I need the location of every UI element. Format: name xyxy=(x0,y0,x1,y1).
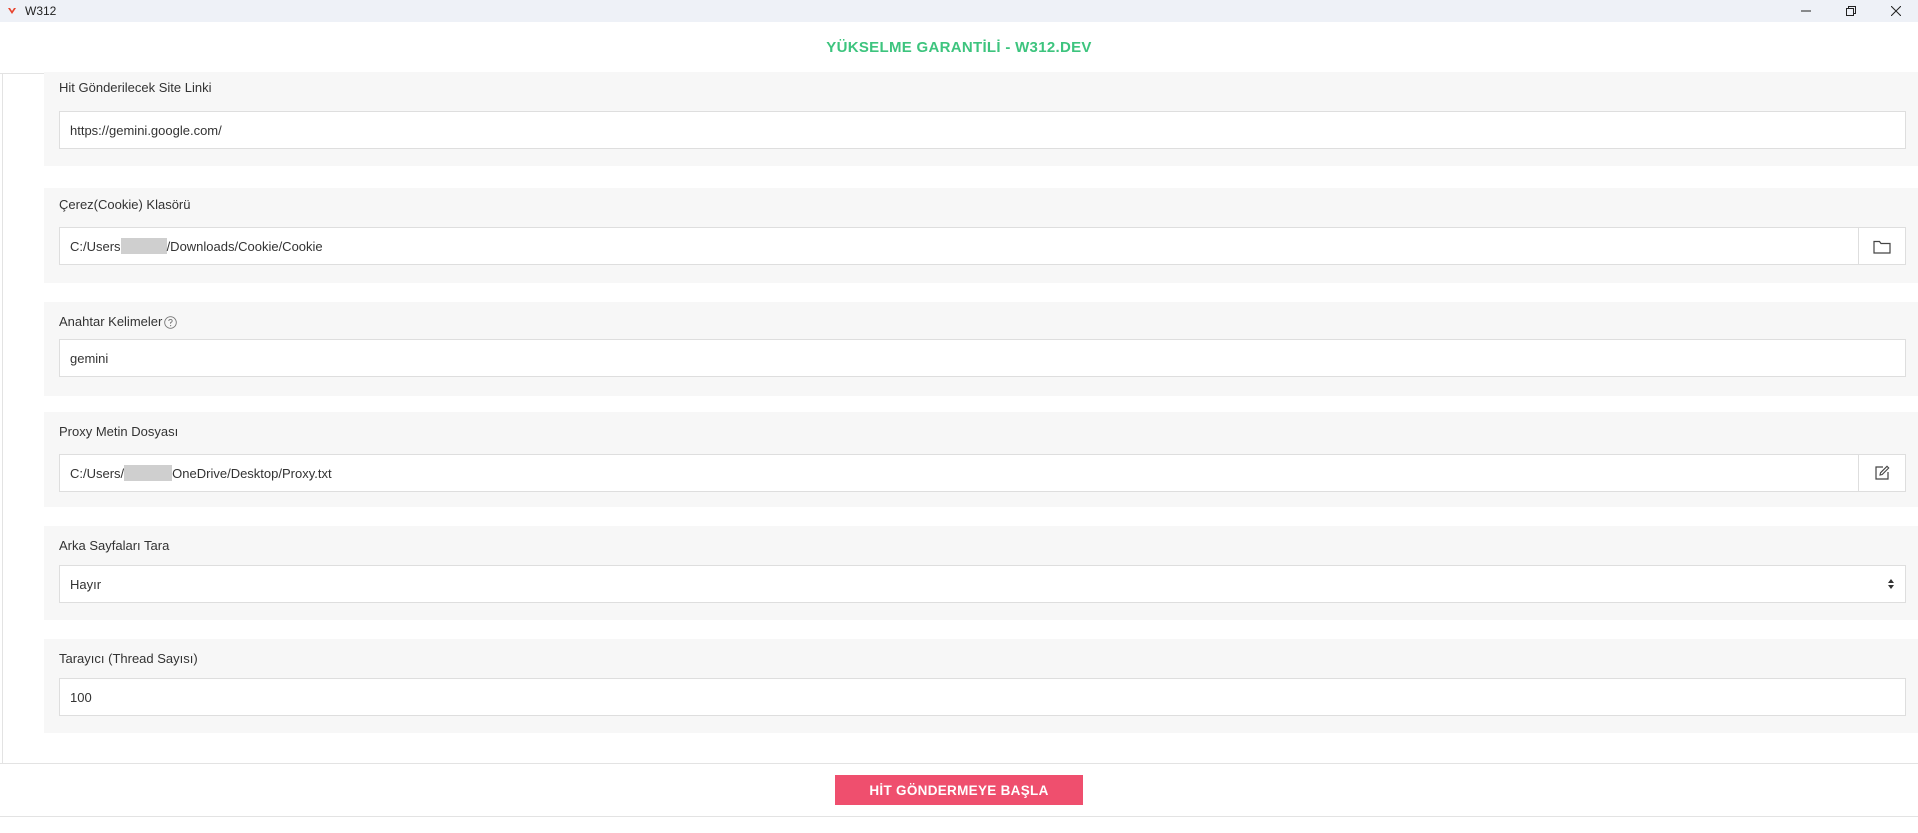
keywords-input[interactable]: gemini xyxy=(59,339,1906,377)
browse-folder-button[interactable] xyxy=(1858,227,1906,265)
header-title: YÜKSELME GARANTİLİ - W312.DEV xyxy=(826,39,1092,56)
minimize-button[interactable] xyxy=(1783,0,1828,22)
threads-input[interactable]: 100 xyxy=(59,678,1906,716)
site-link-input[interactable]: https://gemini.google.com/ xyxy=(59,111,1906,149)
footer-bar: HİT GÖNDERMEYE BAŞLA xyxy=(0,763,1918,817)
proxy-file-label: Proxy Metin Dosyası xyxy=(59,424,179,439)
minimize-icon xyxy=(1800,10,1811,12)
keywords-label-text: Anahtar Kelimeler xyxy=(59,314,163,329)
edit-proxy-button[interactable] xyxy=(1858,454,1906,492)
threads-value: 100 xyxy=(70,689,92,705)
cookie-folder-value-prefix: C:/Users xyxy=(70,238,121,254)
cookie-folder-value-suffix: /Downloads/Cookie/Cookie xyxy=(166,238,323,254)
cookie-folder-label: Çerez(Cookie) Klasörü xyxy=(59,197,191,212)
keywords-value: gemini xyxy=(70,350,109,366)
proxy-file-input[interactable]: C:/Users/OneDrive/Desktop/Proxy.txt xyxy=(59,454,1859,492)
help-icon[interactable] xyxy=(164,316,178,329)
proxy-file-value-suffix: OneDrive/Desktop/Proxy.txt xyxy=(172,465,332,481)
app-header: YÜKSELME GARANTİLİ - W312.DEV xyxy=(0,22,1918,74)
scan-back-pages-select[interactable]: Hayır xyxy=(59,565,1906,603)
scan-back-pages-label: Arka Sayfaları Tara xyxy=(59,538,170,553)
close-button[interactable] xyxy=(1873,0,1918,22)
close-icon xyxy=(1890,6,1901,16)
cookie-folder-input[interactable]: C:/Users/Downloads/Cookie/Cookie xyxy=(59,227,1859,265)
restore-icon xyxy=(1845,6,1856,16)
keywords-section: Anahtar Kelimeler gemini xyxy=(44,302,1918,396)
scan-back-pages-value: Hayır xyxy=(70,576,102,592)
form-content: Hit Gönderilecek Site Linki https://gemi… xyxy=(2,72,1918,763)
site-link-label: Hit Gönderilecek Site Linki xyxy=(59,80,212,95)
site-link-value: https://gemini.google.com/ xyxy=(70,122,222,138)
cookie-folder-section: Çerez(Cookie) Klasörü C:/Users/Downloads… xyxy=(44,188,1918,283)
redacted-username xyxy=(124,465,173,481)
threads-section: Tarayıcı (Thread Sayısı) 100 xyxy=(44,639,1918,733)
window-title: W312 xyxy=(25,4,57,18)
select-arrows-icon xyxy=(1888,579,1894,589)
edit-icon xyxy=(1875,465,1890,480)
restore-button[interactable] xyxy=(1828,0,1873,22)
scan-back-pages-section: Arka Sayfaları Tara Hayır xyxy=(44,526,1918,620)
folder-icon xyxy=(1873,240,1891,254)
start-sending-button[interactable]: HİT GÖNDERMEYE BAŞLA xyxy=(835,775,1083,805)
proxy-file-value-prefix: C:/Users/ xyxy=(70,465,125,481)
threads-label: Tarayıcı (Thread Sayısı) xyxy=(59,651,198,666)
window-titlebar: W312 xyxy=(0,0,1918,22)
keywords-label: Anahtar Kelimeler xyxy=(59,314,178,329)
site-link-section: Hit Gönderilecek Site Linki https://gemi… xyxy=(44,72,1918,166)
proxy-file-section: Proxy Metin Dosyası C:/Users/OneDrive/De… xyxy=(44,412,1918,507)
app-logo-icon xyxy=(8,8,16,14)
redacted-username xyxy=(120,238,167,254)
